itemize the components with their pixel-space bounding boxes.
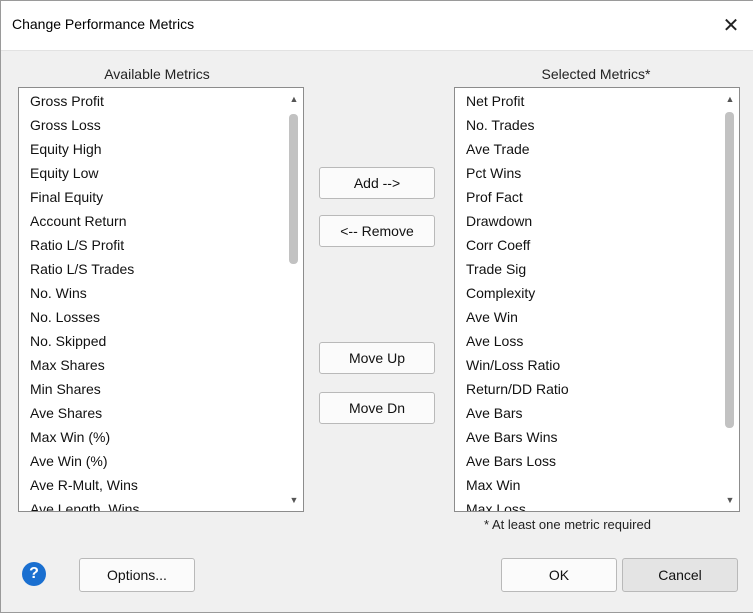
selected-scroll-thumb[interactable]	[725, 112, 734, 428]
list-item[interactable]: Ratio L/S Profit	[19, 233, 285, 257]
available-metrics-header: Available Metrics	[104, 66, 210, 82]
add-button[interactable]: Add -->	[319, 167, 435, 199]
help-button[interactable]: ?	[22, 562, 46, 586]
list-item[interactable]: Equity Low	[19, 161, 285, 185]
list-item[interactable]: Ave Bars Wins	[455, 425, 721, 449]
list-item[interactable]: Ave R-Mult, Wins	[19, 473, 285, 497]
list-item[interactable]: Max Win (%)	[19, 425, 285, 449]
selected-metrics-items: Net Profit No. Trades Ave Trade Pct Wins Pro…	[455, 88, 721, 511]
list-item[interactable]: Pct Wins	[455, 161, 721, 185]
close-button[interactable]: ✕	[709, 0, 753, 50]
selected-scrollbar[interactable]: ▲ ▼	[721, 88, 739, 511]
list-item[interactable]: Gross Profit	[19, 89, 285, 113]
dialog-title: Change Performance Metrics	[12, 16, 195, 32]
available-metrics-items: Gross Profit Gross Loss Equity High Equity …	[19, 88, 285, 511]
help-icon: ?	[29, 565, 39, 582]
list-item[interactable]: No. Wins	[19, 281, 285, 305]
list-item[interactable]: Prof Fact	[455, 185, 721, 209]
list-item[interactable]: Equity High	[19, 137, 285, 161]
list-item[interactable]: Gross Loss	[19, 113, 285, 137]
list-item[interactable]: Account Return	[19, 209, 285, 233]
list-item[interactable]: Max Shares	[19, 353, 285, 377]
remove-button[interactable]: <-- Remove	[319, 215, 435, 247]
move-up-button[interactable]: Move Up	[319, 342, 435, 374]
scroll-down-arrow-icon[interactable]: ▼	[285, 491, 303, 509]
list-item[interactable]: No. Skipped	[19, 329, 285, 353]
available-scroll-thumb[interactable]	[289, 114, 298, 264]
list-item[interactable]: Win/Loss Ratio	[455, 353, 721, 377]
move-down-button[interactable]: Move Dn	[319, 392, 435, 424]
list-item[interactable]: Ave Win (%)	[19, 449, 285, 473]
list-item[interactable]: Complexity	[455, 281, 721, 305]
selected-metrics-header: Selected Metrics*	[541, 66, 651, 82]
scroll-up-arrow-icon[interactable]: ▲	[285, 90, 303, 108]
list-item[interactable]: Net Profit	[455, 89, 721, 113]
list-item[interactable]: Ratio L/S Trades	[19, 257, 285, 281]
list-item[interactable]: Ave Length, Wins	[19, 497, 285, 511]
list-item[interactable]: Min Shares	[19, 377, 285, 401]
options-button[interactable]: Options...	[79, 558, 195, 592]
required-note: * At least one metric required	[484, 517, 651, 532]
list-item[interactable]: Ave Trade	[455, 137, 721, 161]
list-item[interactable]: Ave Bars	[455, 401, 721, 425]
list-item[interactable]: Max Loss	[455, 497, 721, 511]
list-item[interactable]: Return/DD Ratio	[455, 377, 721, 401]
list-item[interactable]: Ave Shares	[19, 401, 285, 425]
selected-metrics-list[interactable]: Net Profit No. Trades Ave Trade Pct Wins Pro…	[454, 87, 740, 512]
list-item[interactable]: No. Losses	[19, 305, 285, 329]
available-scrollbar[interactable]: ▲ ▼	[285, 88, 303, 511]
list-item[interactable]: No. Trades	[455, 113, 721, 137]
cancel-button[interactable]: Cancel	[622, 558, 738, 592]
scroll-down-arrow-icon[interactable]: ▼	[721, 491, 739, 509]
list-item[interactable]: Ave Loss	[455, 329, 721, 353]
list-item[interactable]: Trade Sig	[455, 257, 721, 281]
list-item[interactable]: Max Win	[455, 473, 721, 497]
scroll-up-arrow-icon[interactable]: ▲	[721, 90, 739, 108]
ok-button[interactable]: OK	[501, 558, 617, 592]
title-bar: Change Performance Metrics ✕	[0, 0, 753, 51]
list-item[interactable]: Drawdown	[455, 209, 721, 233]
list-item[interactable]: Final Equity	[19, 185, 285, 209]
available-metrics-list[interactable]: Gross Profit Gross Loss Equity High Equity …	[18, 87, 304, 512]
list-item[interactable]: Ave Win	[455, 305, 721, 329]
list-item[interactable]: Ave Bars Loss	[455, 449, 721, 473]
list-item[interactable]: Corr Coeff	[455, 233, 721, 257]
close-icon: ✕	[722, 14, 740, 37]
